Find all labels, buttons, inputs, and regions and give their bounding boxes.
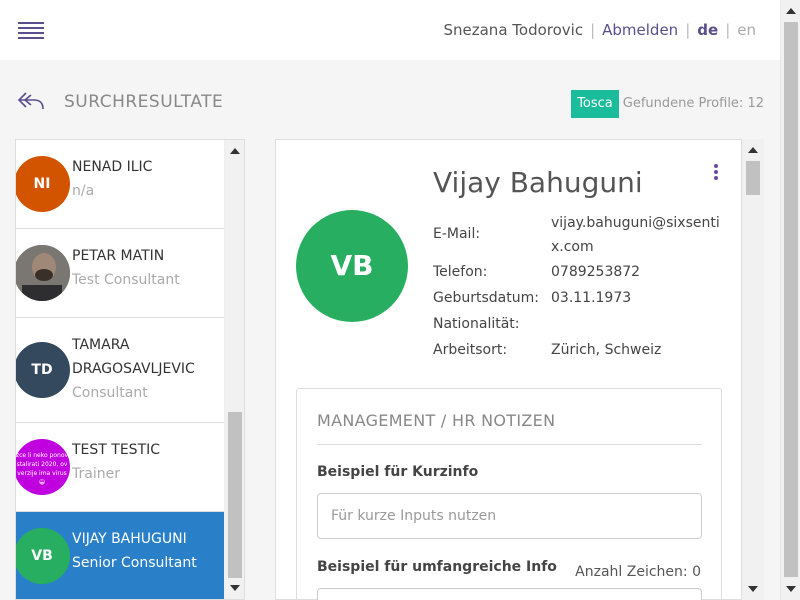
email-value-line1: vijay.bahuguni@sixsenti [551,215,720,231]
scroll-down-arrow-icon[interactable] [786,586,796,592]
divider [317,444,702,445]
avatar-photo [16,245,70,301]
profile-detail-panel: VB Vijay Bahuguni E-Mail: vijay.bahuguni… [275,139,742,600]
user-name: Snezana Todorovic [443,21,584,39]
detail-scrollbar[interactable] [742,139,764,600]
long-info-label: Beispiel für umfangreiche Info [317,559,557,575]
phone-label: Telefon: [433,264,488,280]
result-role: Trainer [72,466,120,482]
result-item[interactable]: PETAR MATIN Test Consultant [16,229,225,318]
workplace-label: Arbeitsort: [433,342,508,358]
short-info-input[interactable] [317,493,702,539]
avatar: NI [16,156,70,212]
birthdate-label: Geburtsdatum: [433,290,539,306]
hr-notes-section: MANAGEMENT / HR NOTIZEN Beispiel für Kur… [296,388,722,600]
email-label: E-Mail: [433,226,481,242]
scroll-up-arrow-icon[interactable] [748,147,758,153]
top-navigation: Snezana Todorovic | Abmelden | de | en [443,21,756,39]
profile-count: Gefundene Profile: 12 [622,96,764,111]
phone-value: 0789253872 [551,264,641,280]
result-item[interactable]: zce li neko ponov stalirati 2020, ov ver… [16,423,225,512]
avatar: TD [16,342,70,398]
result-item[interactable]: TD TAMARA DRAGOSAVLJEVIC Consultant [16,318,225,423]
avatar-image-text: zce li neko ponov stalirati 2020, ov ver… [15,452,69,486]
profile-name: Vijay Bahuguni [433,166,643,199]
nav-separator: | [590,21,596,39]
back-arrow-icon[interactable] [16,90,46,112]
result-name-line2: DRAGOSAVLJEVIC [72,361,195,377]
result-item[interactable]: NI NENAD ILIC n/a [16,140,225,229]
nav-separator: | [685,21,691,39]
result-role: n/a [72,183,95,199]
top-bar: Snezana Todorovic | Abmelden | de | en [0,0,780,60]
email-value[interactable]: vijay.bahuguni@sixsenti x.com [551,211,741,259]
language-en[interactable]: en [737,21,756,39]
result-name: PETAR MATIN [72,248,165,264]
short-info-label: Beispiel für Kurzinfo [317,464,479,480]
language-de[interactable]: de [697,21,718,39]
scroll-up-arrow-icon[interactable] [786,8,796,14]
tosca-filter-badge[interactable]: Tosca [571,90,619,118]
page-title: SURCHRESULTATE [64,92,224,112]
workplace-value: Zürich, Schweiz [551,342,662,358]
avatar-image: zce li neko ponov stalirati 2020, ov ver… [15,439,70,495]
list-scroll-thumb[interactable] [228,412,242,578]
birthdate-value: 03.11.1973 [551,290,632,306]
scroll-down-arrow-icon[interactable] [748,586,758,592]
result-name: VIJAY BAHUGUNI [72,531,187,547]
character-count: Anzahl Zeichen: 0 [575,564,701,580]
window-scroll-thumb[interactable] [784,22,798,577]
profile-avatar: VB [296,210,408,322]
result-name: NENAD ILIC [72,159,153,175]
list-scrollbar[interactable] [224,140,244,599]
avatar: VB [16,528,70,584]
long-info-textarea[interactable] [317,588,702,600]
nationality-label: Nationalität: [433,316,520,332]
nav-separator: | [725,21,731,39]
result-role: Senior Consultant [72,555,197,571]
result-name: TEST TESTIC [72,442,161,458]
scroll-up-arrow-icon[interactable] [230,148,240,154]
search-results-list: NI NENAD ILIC n/a PETAR MATIN Test Consu… [15,139,245,600]
scroll-down-arrow-icon[interactable] [230,585,240,591]
email-value-line2: x.com [551,239,594,255]
result-role: Consultant [72,385,148,401]
hamburger-menu-icon[interactable] [18,22,44,40]
more-options-icon[interactable] [713,164,719,180]
person-photo-icon [16,245,70,301]
result-item-selected[interactable]: VB VIJAY BAHUGUNI Senior Consultant [16,512,225,599]
logout-link[interactable]: Abmelden [602,21,678,39]
detail-scroll-thumb[interactable] [746,161,760,195]
window-scrollbar[interactable] [780,0,800,600]
hr-notes-title: MANAGEMENT / HR NOTIZEN [317,411,556,430]
result-role: Test Consultant [72,272,180,288]
result-name-line1: TAMARA [72,337,130,353]
